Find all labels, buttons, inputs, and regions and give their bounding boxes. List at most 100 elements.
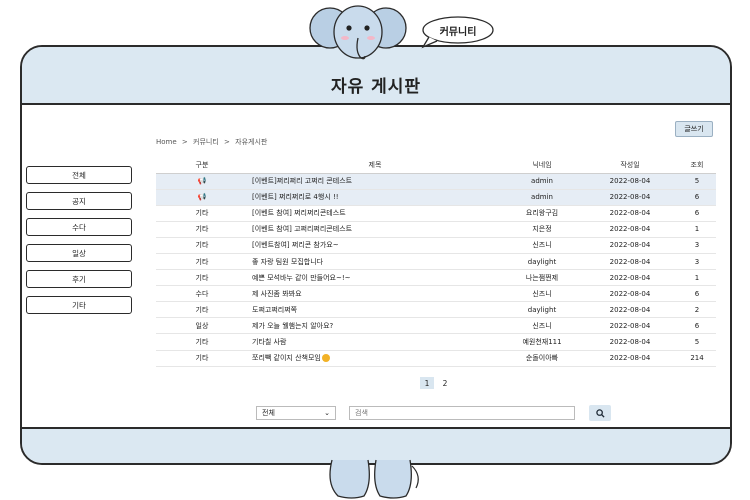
- row-title-text: [이벤트 참여] 고쩌리쩌리콘테스트: [252, 225, 353, 234]
- row-title[interactable]: [이벤트 참여] 쩌리쩌리콘테스트: [248, 205, 502, 222]
- row-author: daylight: [502, 301, 582, 319]
- page-title: 자유 게시판: [330, 77, 422, 97]
- row-date: 2022-08-04: [582, 285, 678, 303]
- search-icon: [595, 408, 605, 418]
- row-author: 신즈니: [502, 285, 582, 303]
- page-1-button[interactable]: 1: [420, 377, 434, 389]
- row-title-text: 제 사진좀 봐봐요: [252, 289, 302, 298]
- row-author: admin: [502, 189, 582, 206]
- table-row[interactable]: 📢 [이벤트]쩌리쩌리 고쩌리 콘테스트 admin 2022-08-04 5: [156, 173, 716, 190]
- row-title[interactable]: 제가 오늘 웰햄는지 알아요?: [248, 317, 502, 335]
- table-row[interactable]: 기타 쪼리빽 같이지 산책모임 순돌이아빠 2022-08-04 214: [156, 350, 716, 367]
- row-author: 예원천재111: [502, 333, 582, 351]
- table-row[interactable]: 기타 도쩌고쩌리쩌쪽 daylight 2022-08-04 2: [156, 301, 716, 319]
- row-views: 6: [678, 189, 716, 206]
- header-title: 제목: [248, 157, 502, 174]
- search-filter-value: 전체: [262, 409, 275, 417]
- header-date: 작성일: [582, 157, 678, 174]
- search-input[interactable]: [349, 406, 575, 420]
- row-date: 2022-08-04: [582, 317, 678, 335]
- table-row[interactable]: 기타 좋 자랑 팀원 모집합니다 daylight 2022-08-04 3: [156, 253, 716, 271]
- breadcrumb-home[interactable]: Home: [156, 138, 177, 146]
- row-views: 6: [678, 285, 716, 303]
- row-title[interactable]: 예쁜 모석바누 같이 만들어요~!~: [248, 269, 502, 287]
- row-title[interactable]: [이벤트]쩌리쩌리 고쩌리 콘테스트: [248, 173, 502, 190]
- sidebar-item-notice[interactable]: 공지: [26, 192, 132, 210]
- table-row[interactable]: 기타 [이벤트 참여] 고쩌리쩌리콘테스트 지은정 2022-08-04 1: [156, 221, 716, 238]
- row-title[interactable]: 기타칠 사람: [248, 333, 502, 351]
- write-button[interactable]: 글쓰기: [675, 121, 713, 137]
- row-author: 나는쩜쩐제: [502, 269, 582, 287]
- row-views: 2: [678, 301, 716, 319]
- row-author: 순돌이아빠: [502, 350, 582, 367]
- table-row[interactable]: 일상 제가 오늘 웰햄는지 알아요? 신즈니 2022-08-04 6: [156, 317, 716, 335]
- table-row[interactable]: 기타 기타칠 사람 예원천재111 2022-08-04 5: [156, 333, 716, 351]
- table-row[interactable]: 📢 [이벤트] 쩌리쩌리로 4행시 !! admin 2022-08-04 6: [156, 189, 716, 206]
- row-date: 2022-08-04: [582, 301, 678, 319]
- row-category: 기타: [156, 269, 248, 287]
- chevron-down-icon: ⌄: [324, 409, 330, 417]
- elephant-mascot: [309, 5, 407, 60]
- row-category: 📢: [156, 189, 248, 206]
- table-row[interactable]: 기타 [이벤트참여] 쩌리콘 참가요~ 신즈니 2022-08-04 3: [156, 237, 716, 254]
- breadcrumb-community[interactable]: 커뮤니티: [193, 138, 219, 146]
- breadcrumb: Home > 커뮤니티 > 자유게시판: [156, 137, 270, 147]
- row-title-text: 기타칠 사람: [252, 337, 287, 346]
- row-views: 6: [678, 205, 716, 222]
- row-date: 2022-08-04: [582, 221, 678, 238]
- breadcrumb-separator: >: [224, 138, 230, 146]
- post-table: 구분 제목 닉네임 작성일 조회 📢 [이벤트]쩌리쩌리 고쩌리 콘테스트 admi…: [156, 157, 716, 367]
- row-title[interactable]: 제 사진좀 봐봐요: [248, 285, 502, 303]
- row-title[interactable]: [이벤트] 쩌리쩌리로 4행시 !!: [248, 189, 502, 206]
- sidebar-item-daily[interactable]: 일상: [26, 244, 132, 262]
- bubble-text: 커뮤니티: [439, 26, 477, 38]
- row-category: 일상: [156, 317, 248, 335]
- row-date: 2022-08-04: [582, 205, 678, 222]
- row-author: 신즈니: [502, 237, 582, 254]
- page-2-button[interactable]: 2: [438, 377, 452, 389]
- row-date: 2022-08-04: [582, 173, 678, 190]
- search-button[interactable]: [589, 405, 611, 421]
- sidebar-item-chat[interactable]: 수다: [26, 218, 132, 236]
- table-row[interactable]: 수다 제 사진좀 봐봐요 신즈니 2022-08-04 6: [156, 285, 716, 303]
- row-category: 기타: [156, 333, 248, 351]
- speech-bubble: 커뮤니티: [421, 15, 495, 49]
- row-title-text: [이벤트참여] 쩌리콘 참가요~: [252, 241, 339, 250]
- row-date: 2022-08-04: [582, 333, 678, 351]
- row-views: 1: [678, 269, 716, 287]
- row-title-text: [이벤트 참여] 쩌리쩌리콘테스트: [252, 209, 346, 218]
- row-views: 3: [678, 253, 716, 271]
- row-title[interactable]: [이벤트참여] 쩌리콘 참가요~: [248, 237, 502, 254]
- row-category: 기타: [156, 237, 248, 254]
- row-views: 3: [678, 237, 716, 254]
- row-views: 6: [678, 317, 716, 335]
- sidebar-item-review[interactable]: 후기: [26, 270, 132, 288]
- row-title[interactable]: [이벤트 참여] 고쩌리쩌리콘테스트: [248, 221, 502, 238]
- row-title[interactable]: 좋 자랑 팀원 모집합니다: [248, 253, 502, 271]
- row-views: 214: [678, 350, 716, 367]
- row-category: 기타: [156, 301, 248, 319]
- row-category: 기타: [156, 221, 248, 238]
- table-row[interactable]: 기타 예쁜 모석바누 같이 만들어요~!~ 나는쩜쩐제 2022-08-04 1: [156, 269, 716, 287]
- smile-emoji-icon: [321, 354, 330, 363]
- row-author: 신즈니: [502, 317, 582, 335]
- row-date: 2022-08-04: [582, 189, 678, 206]
- row-author: 지은정: [502, 221, 582, 238]
- header-author: 닉네임: [502, 157, 582, 174]
- row-title-text: 쪼리빽 같이지 산책모임: [252, 354, 321, 363]
- sidebar-item-etc[interactable]: 기타: [26, 296, 132, 314]
- megaphone-icon: 📢: [197, 177, 207, 186]
- row-date: 2022-08-04: [582, 237, 678, 254]
- header-views: 조회: [678, 157, 716, 174]
- search-filter-select[interactable]: 전체 ⌄: [256, 406, 336, 420]
- row-category: 기타: [156, 253, 248, 271]
- row-category: 기타: [156, 205, 248, 222]
- breadcrumb-separator: >: [181, 138, 188, 146]
- table-row[interactable]: 기타 [이벤트 참여] 쩌리쩌리콘테스트 요리왕구김 2022-08-04 6: [156, 205, 716, 222]
- row-title[interactable]: 쪼리빽 같이지 산책모임: [248, 350, 502, 367]
- row-title[interactable]: 도쩌고쩌리쩌쪽: [248, 301, 502, 319]
- row-views: 1: [678, 221, 716, 238]
- sidebar-item-all[interactable]: 전체: [26, 166, 132, 184]
- row-title-text: [이벤트]쩌리쩌리 고쩌리 콘테스트: [252, 177, 353, 186]
- row-title-text: 예쁜 모석바누 같이 만들어요~!~: [252, 273, 351, 282]
